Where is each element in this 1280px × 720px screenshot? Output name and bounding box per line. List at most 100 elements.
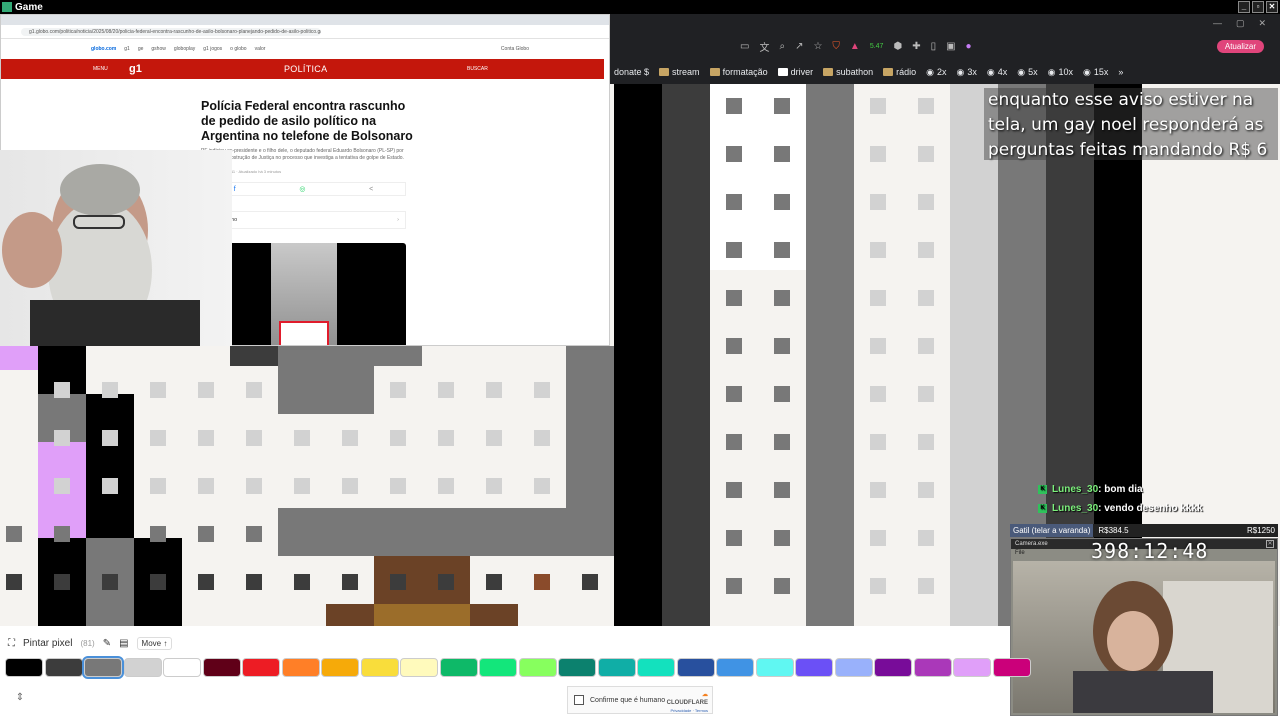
extension-icon[interactable]: ⬢ xyxy=(893,41,902,52)
menu-label: MENU xyxy=(93,66,108,72)
globe-icon: ◉ xyxy=(1017,66,1026,77)
bookmark-stream[interactable]: stream xyxy=(659,67,700,77)
minimize-button[interactable]: _ xyxy=(1238,1,1250,13)
kick-badge-icon: K xyxy=(1038,485,1047,494)
restore-icon[interactable]: ▢ xyxy=(1236,18,1245,29)
globoplay-link: globoplay xyxy=(173,46,196,52)
close-icon[interactable]: ✕ xyxy=(1266,540,1274,548)
update-button[interactable]: Atualizar xyxy=(1216,39,1264,53)
second-webcam: Camera.exe File ✕ 398:12:48 xyxy=(1010,538,1278,716)
chat-overlay: K Lunes_30: bom dia K Lunes_30: vendo de… xyxy=(1038,480,1278,518)
color-swatch[interactable] xyxy=(953,658,991,677)
bookmark-subathon[interactable]: subathon xyxy=(823,67,873,77)
subathon-timer: 398:12:48 xyxy=(1091,539,1209,563)
sidebar-icon[interactable]: ▯ xyxy=(931,41,937,52)
save-icon[interactable]: ▤ xyxy=(119,638,128,649)
color-swatch[interactable] xyxy=(558,658,596,677)
bookmark-4x[interactable]: ◉ 4x xyxy=(987,67,1007,78)
pencil-icon[interactable]: ✎ xyxy=(103,638,111,649)
address-bar: g1.globo.com/politica/noticia/2025/08/20… xyxy=(1,25,609,39)
cloudflare-logo-icon: ☁ xyxy=(702,692,708,698)
facebook-icon: f xyxy=(233,185,236,193)
globe-icon: ◉ xyxy=(1083,66,1091,77)
maximize-button[interactable]: ▫ xyxy=(1252,1,1264,13)
valor-link: valor xyxy=(254,46,266,52)
zoom-icon[interactable]: ⌕ xyxy=(779,41,785,52)
color-swatch[interactable] xyxy=(834,658,873,677)
color-swatch[interactable] xyxy=(676,658,715,677)
close-icon[interactable]: ✕ xyxy=(1258,18,1266,29)
cast-icon[interactable]: ▭ xyxy=(740,41,749,52)
chat-username: Lunes_30 xyxy=(1052,484,1099,495)
folder-icon xyxy=(823,68,834,76)
fullscreen-icon[interactable]: ⛶ xyxy=(8,638,15,649)
color-swatch[interactable] xyxy=(874,658,912,677)
minimize-icon[interactable]: — xyxy=(1213,18,1222,28)
globe-icon: ◉ xyxy=(986,66,995,77)
move-button[interactable]: Move ↑ xyxy=(136,636,173,650)
bookmark-3x[interactable]: ◉ 3x xyxy=(957,67,977,78)
color-swatch[interactable] xyxy=(202,658,241,677)
bookmark-formatacao[interactable]: formatação xyxy=(709,67,768,77)
share-icon[interactable]: ↗ xyxy=(795,41,803,52)
color-swatch[interactable] xyxy=(755,658,794,677)
color-swatch[interactable] xyxy=(123,658,162,677)
donation-goal-bar: Gatil (telar a varanda) R$384.5 R$1250 xyxy=(1010,524,1278,537)
color-swatch[interactable] xyxy=(360,658,399,677)
color-swatch[interactable] xyxy=(242,658,280,677)
camera-feed xyxy=(1013,561,1275,713)
bookmark-radio[interactable]: rádio xyxy=(883,67,916,77)
bookmarks-bar: donate $ stream formatação driver subath… xyxy=(610,60,1280,84)
puzzle-icon[interactable]: ✚ xyxy=(912,41,920,52)
color-swatch[interactable] xyxy=(518,658,557,677)
bookmarks-overflow-icon[interactable]: » xyxy=(1118,67,1123,77)
streamer-webcam xyxy=(0,150,232,346)
goal-label: Gatil (telar a varanda) xyxy=(1013,526,1091,535)
wallet-icon[interactable]: ▣ xyxy=(946,41,955,52)
cloudflare-captcha: Confirme que é humano ☁ CLOUDFLARE Priva… xyxy=(567,686,713,714)
star-icon[interactable]: ☆ xyxy=(813,41,822,52)
expand-icon[interactable]: ⇕ xyxy=(12,692,28,708)
color-swatch[interactable] xyxy=(82,656,124,679)
section-title: POLÍTICA xyxy=(284,64,328,74)
bookmark-10x[interactable]: ◉ 10x xyxy=(1048,67,1073,78)
close-button[interactable]: ✕ xyxy=(1266,1,1278,13)
color-swatch[interactable] xyxy=(44,658,83,677)
brave-shield-icon[interactable]: ⛉ xyxy=(832,41,840,52)
color-swatch[interactable] xyxy=(400,658,438,677)
color-swatch[interactable] xyxy=(321,658,359,677)
captcha-checkbox[interactable] xyxy=(574,695,584,705)
color-swatch[interactable] xyxy=(637,658,675,677)
color-swatch[interactable] xyxy=(992,658,1031,677)
color-swatch[interactable] xyxy=(597,658,636,677)
rewards-icon[interactable]: ▲ xyxy=(850,41,860,52)
bookmark-5x[interactable]: ◉ 5x xyxy=(1017,67,1037,78)
globe-icon: ◉ xyxy=(1047,66,1056,77)
color-swatch[interactable] xyxy=(5,658,43,677)
chat-text: : bom dia xyxy=(1098,484,1143,495)
chat-message: K Lunes_30: vendo desenho kkkk xyxy=(1038,499,1278,518)
color-swatch[interactable] xyxy=(716,658,754,677)
translate-icon[interactable]: 文 xyxy=(759,39,769,54)
bookmark-2x[interactable]: ◉ 2x xyxy=(926,67,946,78)
profile-icon[interactable]: ● xyxy=(966,41,972,52)
paint-pixel-label[interactable]: Pintar pixel xyxy=(23,638,72,649)
captcha-label: Confirme que é humano xyxy=(590,696,666,704)
captcha-links[interactable]: Privacidade · Termos xyxy=(667,707,709,715)
color-swatch[interactable] xyxy=(163,658,201,677)
color-swatch[interactable] xyxy=(281,658,320,677)
url-text: g1.globo.com/politica/noticia/2025/08/20… xyxy=(21,27,321,36)
g1-jogos-link: g1 jogos xyxy=(203,46,223,52)
globo-link: globo.com xyxy=(91,46,117,52)
pixel-count: (81) xyxy=(80,638,95,648)
bookmark-15x[interactable]: ◉ 15x xyxy=(1083,67,1108,78)
color-swatch[interactable] xyxy=(479,658,517,677)
share-icon: < xyxy=(369,185,374,193)
color-swatch[interactable] xyxy=(439,658,478,677)
folder-icon xyxy=(659,68,670,76)
bookmark-driver[interactable]: driver xyxy=(777,67,813,77)
camera-window-title: Camera.exe xyxy=(1015,541,1048,547)
color-swatch[interactable] xyxy=(913,658,952,677)
color-swatch[interactable] xyxy=(795,658,833,677)
bookmark-donate[interactable]: donate $ xyxy=(614,67,649,77)
